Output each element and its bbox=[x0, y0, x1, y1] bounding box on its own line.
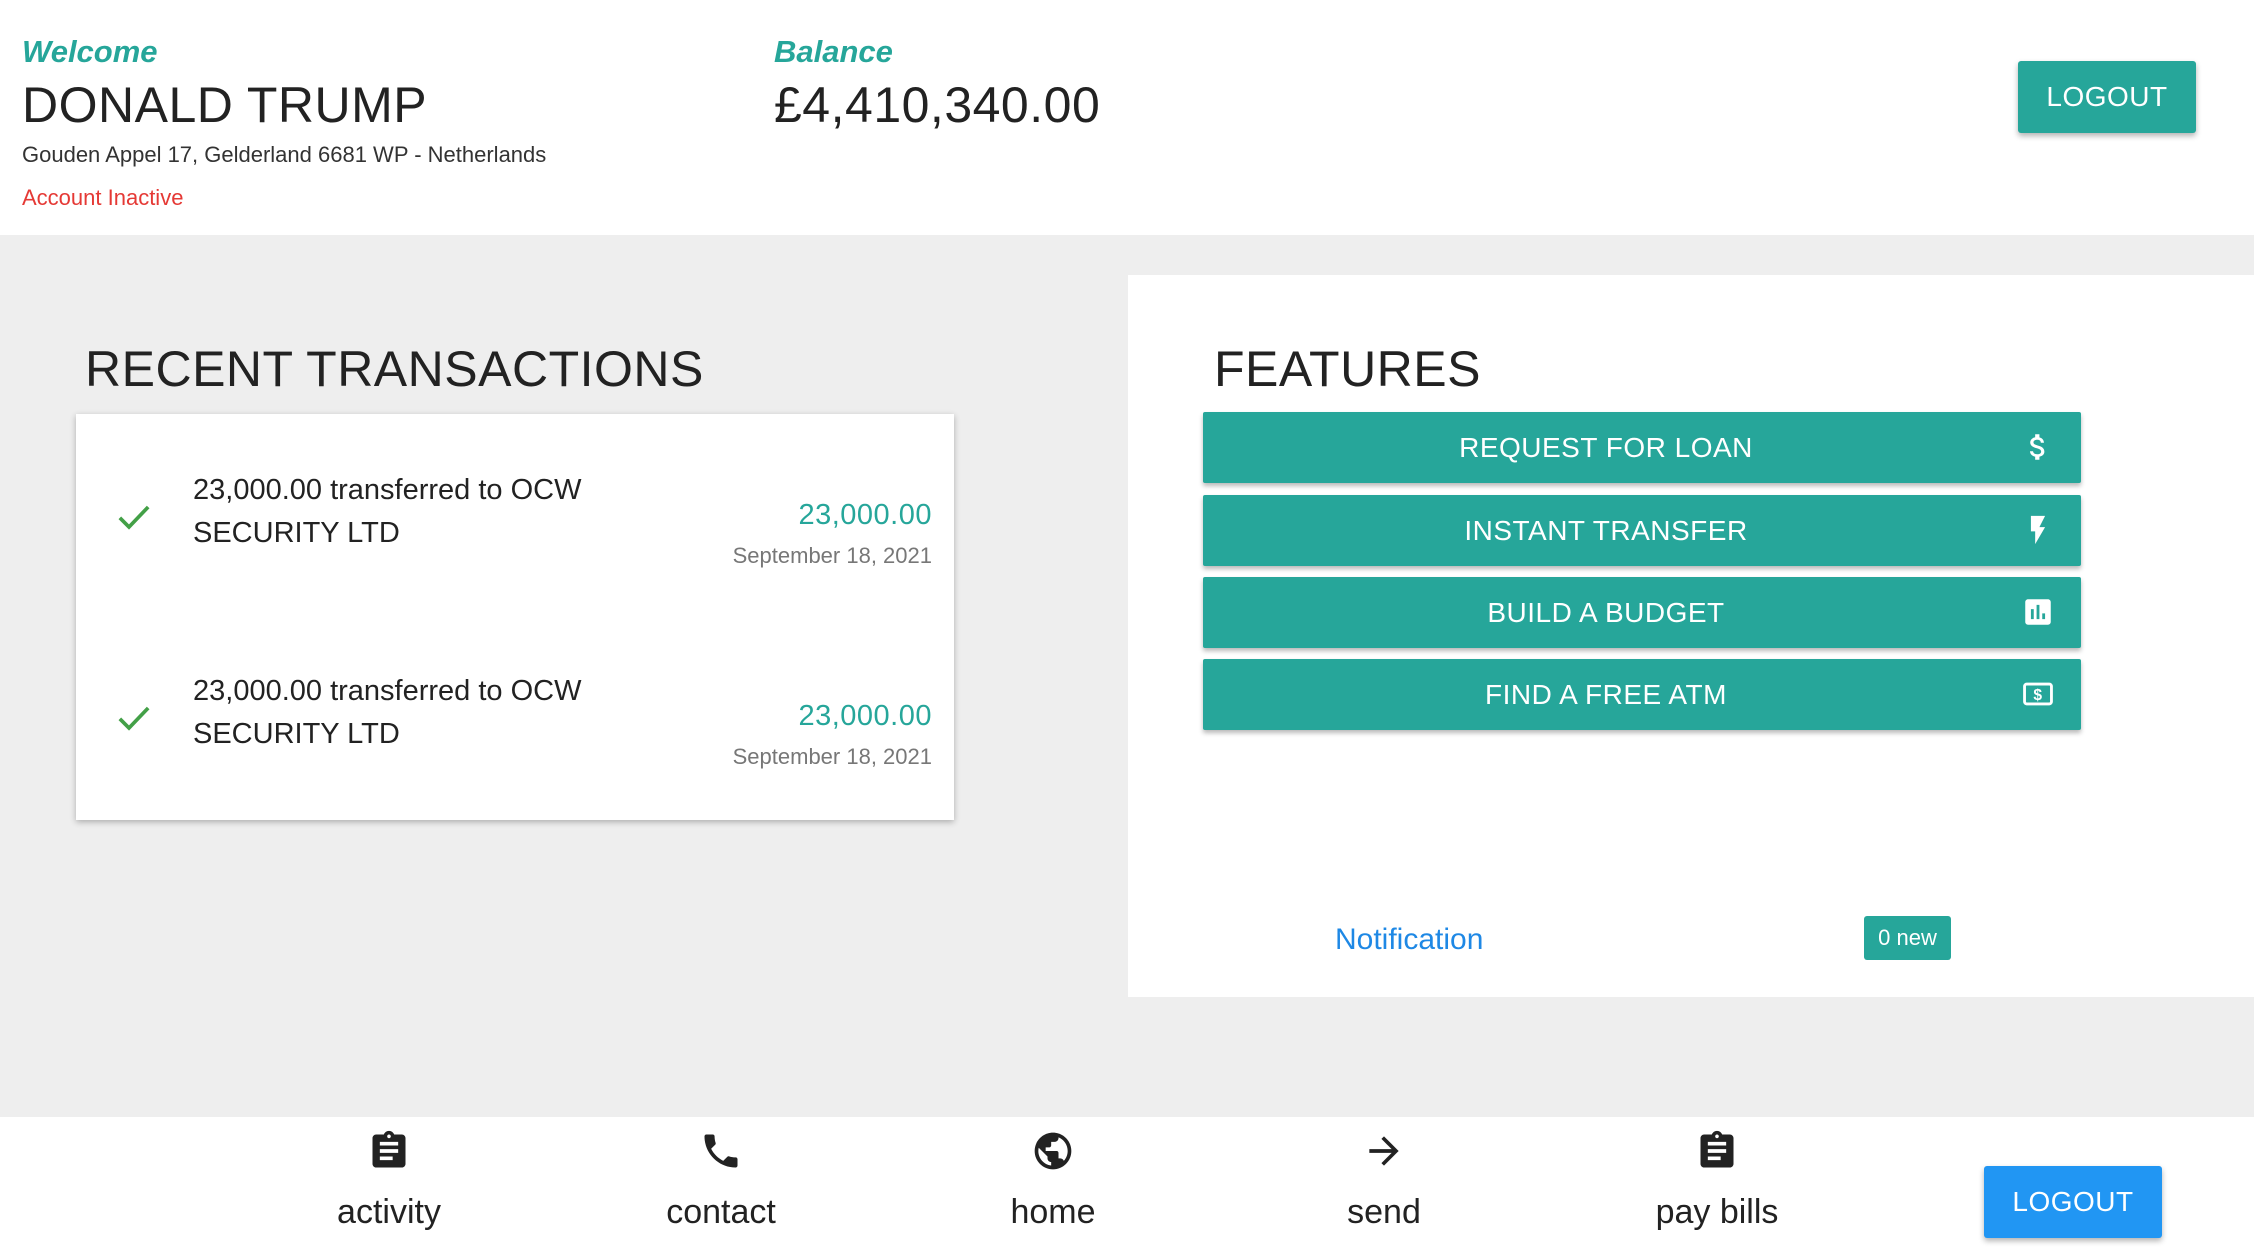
transaction-date: September 18, 2021 bbox=[732, 744, 932, 769]
nav-item-activity[interactable]: activity bbox=[279, 1117, 499, 1256]
dollar-icon bbox=[2029, 434, 2045, 460]
app-root: Welcome DONALD TRUMP Gouden Appel 17, Ge… bbox=[0, 0, 2254, 1256]
bar-chart-icon bbox=[2025, 599, 2051, 625]
clipboard-icon bbox=[1700, 1130, 1734, 1168]
logout-button-bottom[interactable]: LOGOUT bbox=[1984, 1166, 2162, 1238]
transaction-description: 23,000.00 transferred to OCW SECURITY LT… bbox=[193, 474, 582, 549]
features-panel: FEATURES REQUEST FOR LOAN INSTANT TRANSF… bbox=[1128, 275, 2254, 997]
account-header: Welcome DONALD TRUMP Gouden Appel 17, Ge… bbox=[0, 0, 2254, 235]
nav-label-pay-bills: pay bills bbox=[1655, 1193, 1779, 1231]
transaction-description: 23,000.00 transferred to OCW SECURITY LT… bbox=[193, 675, 582, 750]
request-loan-label: REQUEST FOR LOAN bbox=[1459, 432, 1753, 463]
transactions-card: 23,000.00 transferred to OCW SECURITY LT… bbox=[76, 414, 954, 820]
clipboard-icon bbox=[372, 1130, 406, 1168]
arrow-right-icon bbox=[1369, 1136, 1399, 1166]
recent-transactions-title: RECENT TRANSACTIONS bbox=[85, 341, 704, 397]
globe-icon bbox=[1034, 1132, 1072, 1170]
transaction-row[interactable]: 23,000.00 transferred to OCW SECURITY LT… bbox=[76, 469, 954, 619]
instant-transfer-label: INSTANT TRANSFER bbox=[1464, 515, 1748, 546]
bottom-navigation: activity contact home send pay bills LOG… bbox=[0, 1117, 2254, 1256]
build-budget-label: BUILD A BUDGET bbox=[1487, 597, 1725, 628]
nav-item-send[interactable]: send bbox=[1274, 1117, 1494, 1256]
nav-label-contact: contact bbox=[666, 1193, 776, 1231]
svg-text:$: $ bbox=[2033, 687, 2042, 704]
welcome-label: Welcome bbox=[22, 34, 158, 69]
build-budget-button[interactable]: BUILD A BUDGET bbox=[1203, 577, 2081, 648]
transaction-amount: 23,000.00 bbox=[798, 499, 932, 531]
transaction-row[interactable]: 23,000.00 transferred to OCW SECURITY LT… bbox=[76, 670, 954, 820]
phone-icon bbox=[704, 1134, 738, 1168]
instant-transfer-button[interactable]: INSTANT TRANSFER bbox=[1203, 495, 2081, 566]
balance-value: £4,410,340.00 bbox=[774, 77, 1101, 133]
nav-label-send: send bbox=[1347, 1193, 1421, 1231]
nav-label-activity: activity bbox=[337, 1193, 441, 1231]
dashboard-main: RECENT TRANSACTIONS 23,000.00 transferre… bbox=[0, 235, 2254, 1117]
money-icon: $ bbox=[2023, 682, 2053, 706]
nav-item-home[interactable]: home bbox=[943, 1117, 1163, 1256]
user-address: Gouden Appel 17, Gelderland 6681 WP - Ne… bbox=[22, 142, 547, 167]
check-icon bbox=[118, 505, 150, 530]
features-title: FEATURES bbox=[1214, 341, 1481, 397]
account-status: Account Inactive bbox=[22, 185, 184, 210]
balance-label: Balance bbox=[774, 34, 893, 69]
find-atm-button[interactable]: FIND A FREE ATM $ bbox=[1203, 659, 2081, 730]
flash-icon bbox=[2030, 515, 2046, 545]
transaction-amount: 23,000.00 bbox=[798, 700, 932, 732]
nav-item-contact[interactable]: contact bbox=[611, 1117, 831, 1256]
request-loan-button[interactable]: REQUEST FOR LOAN bbox=[1203, 412, 2081, 483]
notification-badge: 0 new bbox=[1864, 916, 1951, 960]
nav-item-pay-bills[interactable]: pay bills bbox=[1607, 1117, 1827, 1256]
find-atm-label: FIND A FREE ATM bbox=[1485, 679, 1727, 710]
notification-link[interactable]: Notification bbox=[1335, 923, 1483, 957]
logout-button-top[interactable]: LOGOUT bbox=[2018, 61, 2196, 133]
check-icon bbox=[118, 706, 150, 731]
transaction-date: September 18, 2021 bbox=[732, 543, 932, 568]
user-name: DONALD TRUMP bbox=[22, 77, 428, 133]
nav-label-home: home bbox=[1010, 1193, 1096, 1231]
